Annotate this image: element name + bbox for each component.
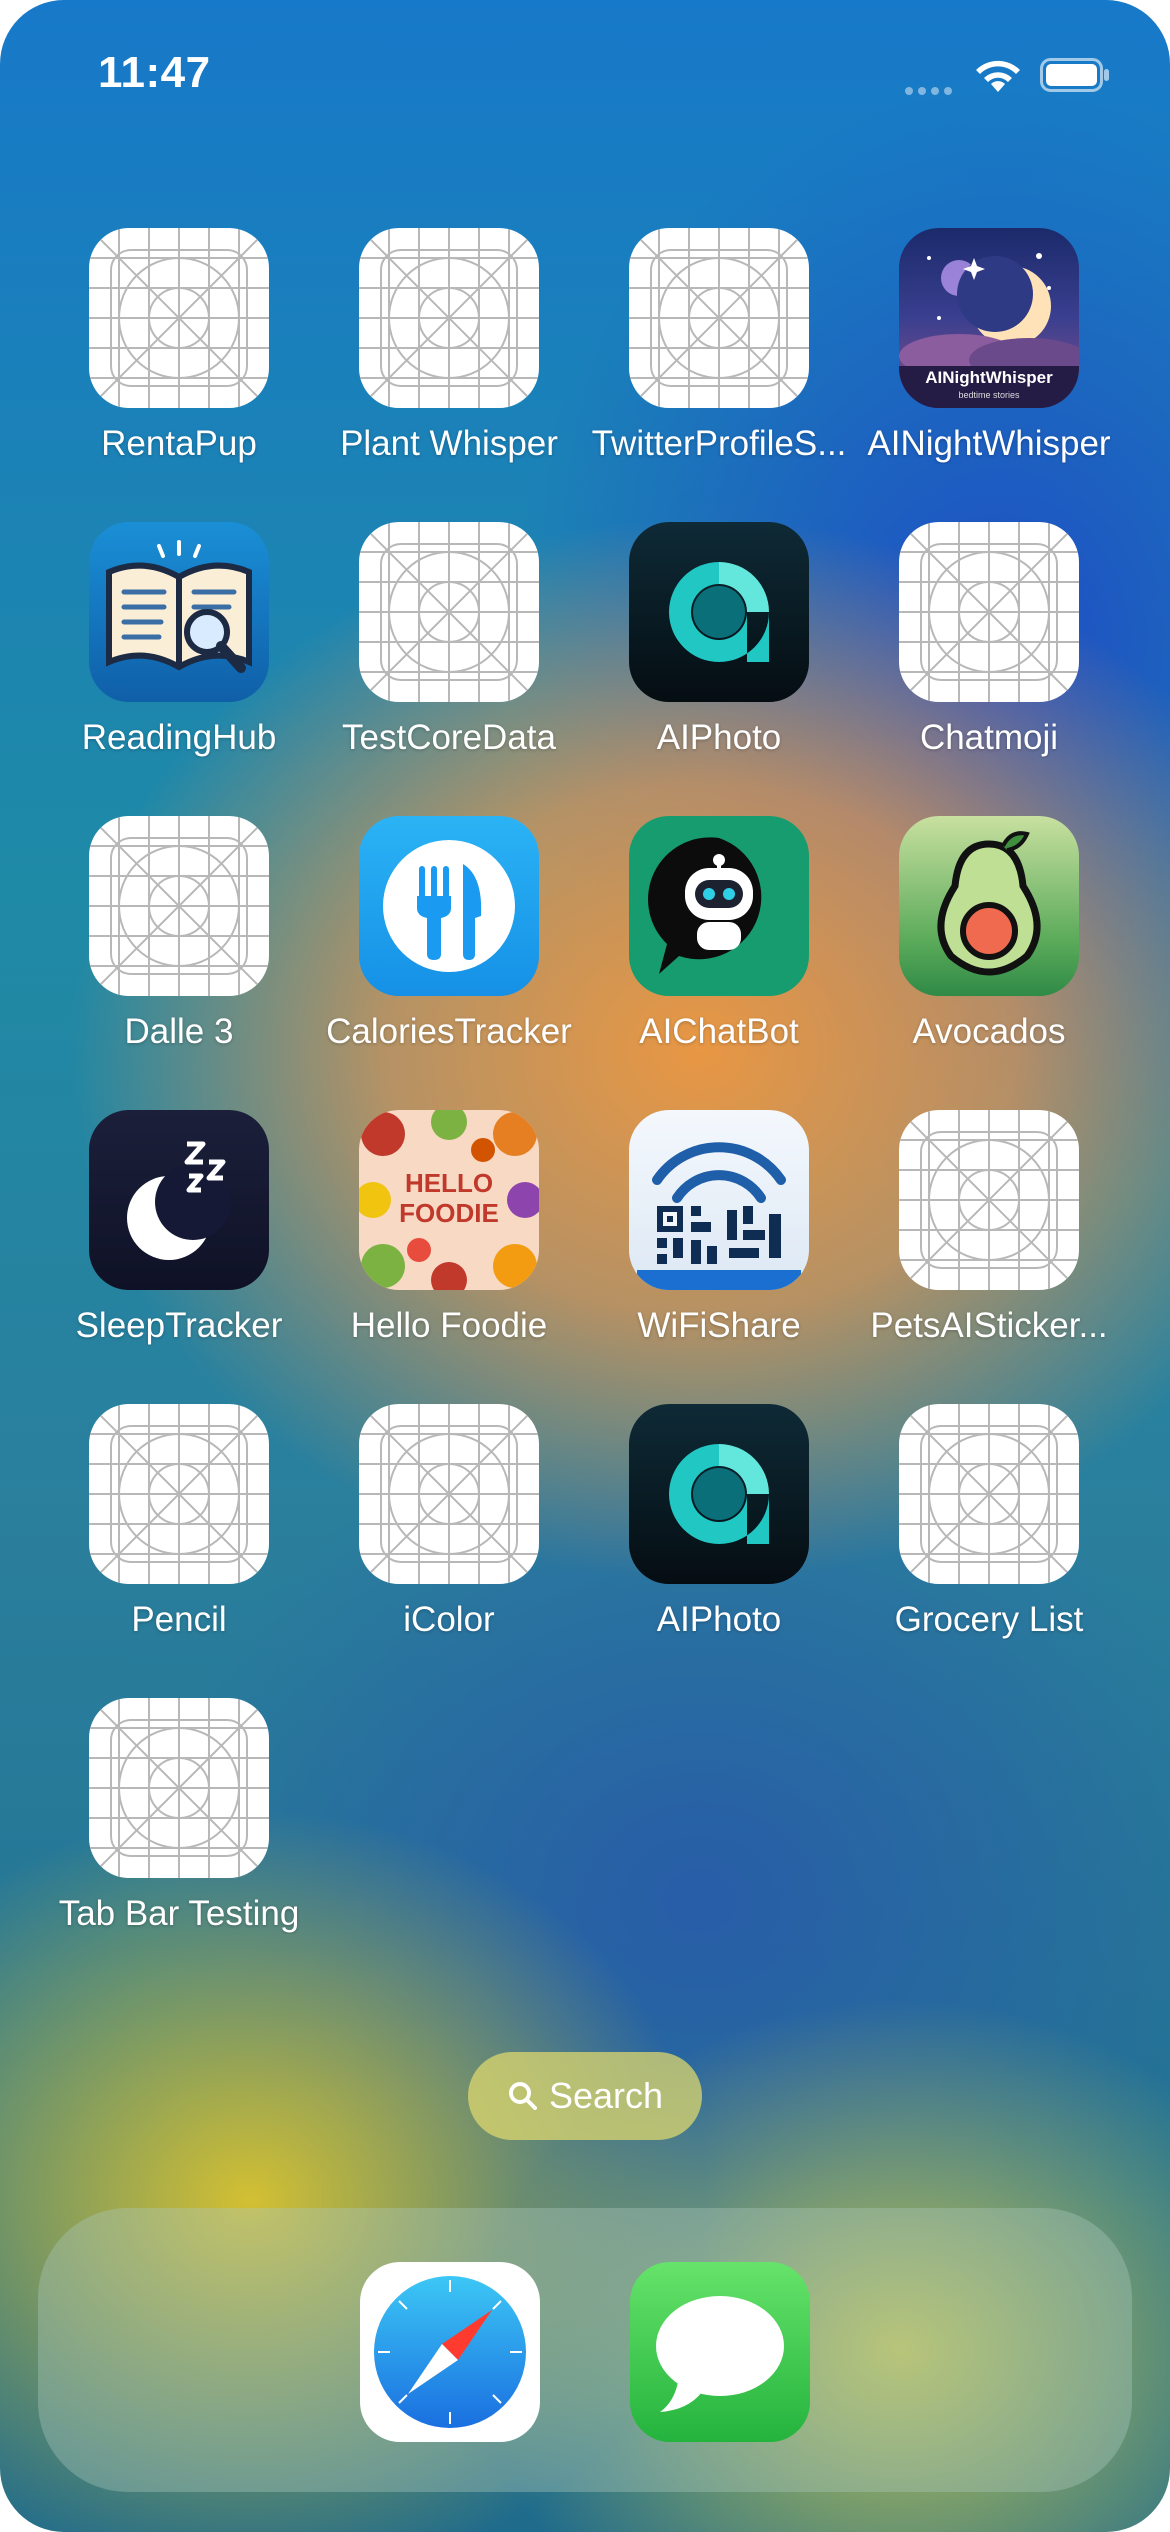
app-label: Tab Bar Testing	[58, 1894, 300, 1933]
app-label: Hello Foodie	[350, 1306, 548, 1345]
app-aiphoto-2[interactable]: AIPhoto	[584, 1404, 854, 1640]
search-icon	[508, 2082, 537, 2110]
avocado-icon	[899, 816, 1079, 996]
app-label: AIChatBot	[639, 1012, 799, 1051]
app-label: Grocery List	[894, 1600, 1084, 1639]
wifi-icon	[976, 60, 1020, 92]
placeholder-grid-icon	[359, 228, 539, 408]
icon-subtitle-text: bedtime stories	[958, 390, 1020, 400]
messages-bubble-icon[interactable]	[630, 2262, 810, 2442]
app-aichatbot[interactable]: AIChatBot	[584, 816, 854, 1052]
app-label: AIPhoto	[656, 718, 782, 757]
placeholder-grid-icon	[359, 1404, 539, 1584]
app-twitterprofile[interactable]: TwitterProfileS...	[584, 228, 854, 464]
status-time: 11:47	[98, 48, 211, 97]
moon-zzz-icon	[89, 1110, 269, 1290]
aiphoto-logo-icon	[629, 522, 809, 702]
placeholder-grid-icon	[899, 1110, 1079, 1290]
open-book-icon	[89, 522, 269, 702]
fork-knife-icon	[359, 816, 539, 996]
app-label: Plant Whisper	[340, 424, 558, 463]
battery-icon	[1040, 58, 1109, 92]
app-chatmoji[interactable]: Chatmoji	[854, 522, 1124, 758]
cellular-signal-icon	[905, 82, 957, 95]
app-label: PetsAISticker...	[870, 1306, 1108, 1345]
app-pencil[interactable]: Pencil	[44, 1404, 314, 1640]
app-wifishare[interactable]: WiFiShare	[584, 1110, 854, 1346]
app-rentapup[interactable]: RentaPup	[44, 228, 314, 464]
safari-compass-icon[interactable]	[360, 2262, 540, 2442]
search-button[interactable]: Search	[468, 2052, 702, 2140]
app-label: AIPhoto	[656, 1600, 782, 1639]
placeholder-grid-icon	[629, 228, 809, 408]
app-hello-foodie[interactable]: HELLO FOODIE Hello Foodie	[314, 1110, 584, 1346]
aiphoto-logo-icon	[629, 1404, 809, 1584]
robot-chat-icon	[629, 816, 809, 996]
status-bar: 11:47	[0, 0, 1170, 140]
placeholder-grid-icon	[899, 1404, 1079, 1584]
placeholder-grid-icon	[899, 522, 1079, 702]
app-plant-whisper[interactable]: Plant Whisper	[314, 228, 584, 464]
app-label: TestCoreData	[342, 718, 556, 757]
wifi-qr-icon	[629, 1110, 809, 1290]
app-label: SleepTracker	[75, 1306, 283, 1345]
moon-night-icon: AINightWhisper bedtime stories	[899, 228, 1079, 408]
food-collage-icon: HELLO FOODIE	[359, 1110, 539, 1290]
svg-text:FOODIE: FOODIE	[399, 1198, 499, 1228]
search-label: Search	[548, 2075, 664, 2116]
placeholder-grid-icon	[89, 1698, 269, 1878]
placeholder-grid-icon	[359, 522, 539, 702]
app-tab-bar-testing[interactable]: Tab Bar Testing	[44, 1698, 314, 1934]
app-label: CaloriesTracker	[326, 1012, 572, 1051]
home-screen: 11:47 RentaPup Plant Whisper TwitterProf…	[0, 0, 1170, 2532]
app-readinghub[interactable]: ReadingHub	[44, 522, 314, 758]
app-label: Avocados	[912, 1012, 1066, 1051]
app-label: WiFiShare	[637, 1306, 801, 1345]
placeholder-grid-icon	[89, 228, 269, 408]
app-label: Pencil	[131, 1600, 227, 1639]
app-label: RentaPup	[101, 424, 257, 463]
app-testcoredata[interactable]: TestCoreData	[314, 522, 584, 758]
app-aiphoto[interactable]: AIPhoto	[584, 522, 854, 758]
placeholder-grid-icon	[89, 816, 269, 996]
app-petsaisticker[interactable]: PetsAISticker...	[854, 1110, 1124, 1346]
dock	[38, 2208, 1132, 2492]
app-label: Chatmoji	[919, 718, 1059, 757]
app-icolor[interactable]: iColor	[314, 1404, 584, 1640]
icon-title-text: AINightWhisper	[925, 368, 1053, 387]
app-grocery-list[interactable]: Grocery List	[854, 1404, 1124, 1640]
icon-title-text: HELLO	[405, 1168, 493, 1198]
app-label: Dalle 3	[124, 1012, 234, 1051]
app-ainightwhisper[interactable]: AINightWhisper bedtime stories AINightWh…	[854, 228, 1124, 464]
app-label: ReadingHub	[81, 718, 277, 757]
app-caloriestracker[interactable]: CaloriesTracker	[314, 816, 584, 1052]
app-label: AINightWhisper	[867, 424, 1111, 463]
placeholder-grid-icon	[89, 1404, 269, 1584]
app-sleeptracker[interactable]: SleepTracker	[44, 1110, 314, 1346]
app-dalle3[interactable]: Dalle 3	[44, 816, 314, 1052]
app-label: TwitterProfileS...	[591, 424, 847, 463]
app-label: iColor	[403, 1600, 495, 1639]
app-avocados[interactable]: Avocados	[854, 816, 1124, 1052]
